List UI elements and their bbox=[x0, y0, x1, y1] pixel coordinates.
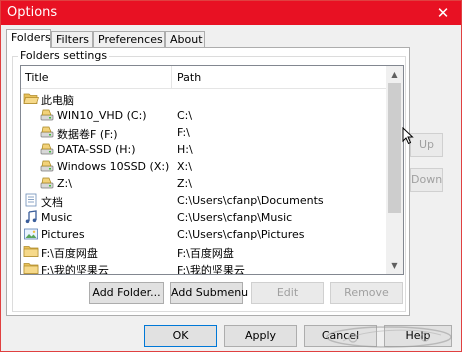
tab-filters[interactable]: Filters bbox=[51, 31, 93, 47]
list-item[interactable]: 数据卷F (F:) F:\ bbox=[21, 124, 387, 141]
row-title: F:\我的坚果云 bbox=[41, 264, 109, 275]
list-item[interactable]: F:\百度网盘 F:\百度网盘 bbox=[21, 243, 387, 260]
edit-button[interactable]: Edit bbox=[251, 282, 324, 304]
row-title: 数据卷F (F:) bbox=[57, 128, 118, 141]
ok-button[interactable]: OK bbox=[144, 325, 217, 347]
scroll-down-icon[interactable]: ▼ bbox=[386, 257, 403, 274]
drive-icon bbox=[40, 143, 54, 155]
tab-about[interactable]: About bbox=[165, 31, 205, 47]
list-header: Title Path bbox=[21, 66, 387, 89]
row-path: F:\我的坚果云 bbox=[177, 264, 245, 275]
add-folder-button[interactable]: Add Folder... bbox=[89, 282, 164, 304]
row-path: F:\百度网盘 bbox=[177, 247, 234, 260]
column-header-title[interactable]: Title bbox=[25, 71, 49, 84]
window-title: Options bbox=[7, 5, 58, 20]
row-path: C:\Users\cfanp\Music bbox=[177, 211, 293, 224]
folders-list[interactable]: Title Path 此电脑 WIN10_VHD (C:) C:\ 数据卷F (… bbox=[20, 65, 404, 275]
tab-preferences[interactable]: Preferences bbox=[93, 31, 165, 47]
row-title: F:\百度网盘 bbox=[41, 247, 98, 260]
row-title: Pictures bbox=[41, 228, 85, 241]
watermark-logo bbox=[326, 326, 452, 348]
row-path: C:\Users\cfanp\Pictures bbox=[177, 228, 305, 241]
list-item[interactable]: DATA-SSD (H:) H:\ bbox=[21, 141, 387, 158]
list-item[interactable]: 文档 C:\Users\cfanp\Documents bbox=[21, 192, 387, 209]
row-path: F:\ bbox=[177, 126, 190, 139]
row-title: 此电脑 bbox=[41, 94, 74, 107]
tab-folders[interactable]: Folders bbox=[6, 29, 51, 48]
remove-button[interactable]: Remove bbox=[330, 282, 403, 304]
list-item[interactable]: Windows 10SSD (X:) X:\ bbox=[21, 158, 387, 175]
documents-icon bbox=[25, 193, 37, 207]
pictures-icon bbox=[24, 228, 38, 240]
folders-settings-title: Folders settings bbox=[18, 49, 110, 62]
drive-icon bbox=[40, 126, 54, 138]
list-item[interactable]: Pictures C:\Users\cfanp\Pictures bbox=[21, 226, 387, 243]
row-path: X:\ bbox=[177, 160, 192, 173]
row-path: C:\ bbox=[177, 109, 193, 122]
column-divider[interactable] bbox=[171, 66, 172, 88]
scroll-up-icon[interactable]: ▲ bbox=[386, 66, 403, 83]
drive-icon bbox=[40, 109, 54, 121]
drive-icon bbox=[40, 177, 54, 189]
list-scrollbar[interactable]: ▲ ▼ bbox=[386, 66, 403, 274]
row-path: Z:\ bbox=[177, 177, 192, 190]
move-down-button[interactable]: Down bbox=[410, 168, 443, 192]
apply-button[interactable]: Apply bbox=[224, 325, 297, 347]
list-item[interactable]: 此电脑 bbox=[21, 90, 387, 107]
row-title: Music bbox=[41, 211, 73, 224]
add-submenu-button[interactable]: Add Submenu bbox=[170, 282, 248, 304]
scroll-thumb[interactable] bbox=[388, 83, 401, 213]
drive-icon bbox=[40, 160, 54, 172]
mouse-pointer-icon bbox=[402, 127, 414, 145]
row-title: DATA-SSD (H:) bbox=[57, 143, 136, 156]
music-icon bbox=[25, 210, 37, 224]
folder-icon bbox=[23, 263, 39, 274]
row-path: H:\ bbox=[177, 143, 193, 156]
list-item[interactable]: Z:\ Z:\ bbox=[21, 175, 387, 192]
folder-open-icon bbox=[23, 93, 39, 104]
row-title: Windows 10SSD (X:) bbox=[57, 160, 170, 173]
close-button[interactable]: ✕ bbox=[433, 3, 453, 23]
list-item[interactable]: F:\我的坚果云 F:\我的坚果云 bbox=[21, 260, 387, 275]
row-title: Z:\ bbox=[57, 177, 72, 190]
list-item[interactable]: WIN10_VHD (C:) C:\ bbox=[21, 107, 387, 124]
folder-icon bbox=[23, 246, 39, 257]
list-item[interactable]: Music C:\Users\cfanp\Music bbox=[21, 209, 387, 226]
move-up-button[interactable]: Up bbox=[410, 133, 443, 157]
row-title: 文档 bbox=[41, 196, 63, 209]
title-bar[interactable]: Options ✕ bbox=[1, 1, 461, 25]
row-title: WIN10_VHD (C:) bbox=[57, 109, 147, 122]
column-header-path[interactable]: Path bbox=[177, 71, 201, 84]
row-path: C:\Users\cfanp\Documents bbox=[177, 194, 324, 207]
